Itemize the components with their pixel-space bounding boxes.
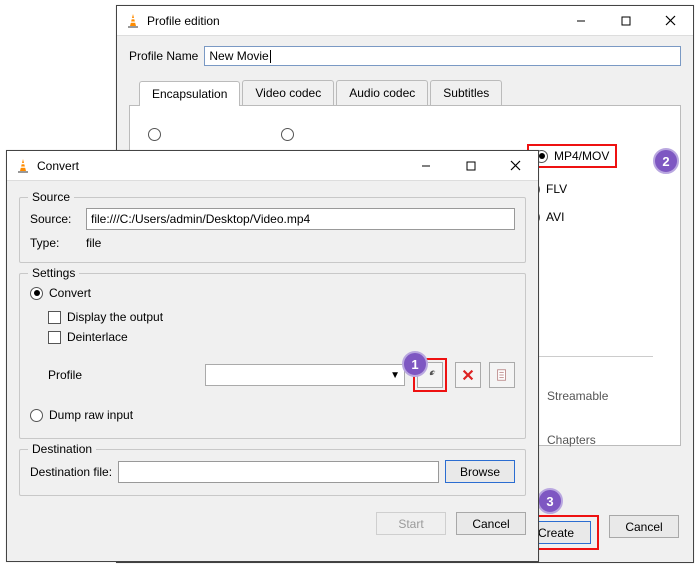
window-title: Profile edition: [147, 14, 558, 28]
checkbox-deinterlace[interactable]: [48, 331, 61, 344]
format-radio-hidden1[interactable]: [148, 128, 161, 141]
text-cursor: [270, 50, 271, 63]
format-radio-hidden2[interactable]: [281, 128, 294, 141]
type-value: file: [86, 236, 101, 250]
feature-streamable: Streamable: [547, 389, 608, 403]
settings-legend: Settings: [28, 266, 79, 280]
tab-encapsulation[interactable]: Encapsulation: [139, 81, 240, 106]
new-profile-button[interactable]: [489, 362, 515, 388]
titlebar-convert[interactable]: Convert: [7, 151, 538, 181]
label-mp4mov: MP4/MOV: [554, 149, 609, 163]
maximize-button[interactable]: [448, 151, 493, 180]
titlebar[interactable]: Profile edition: [117, 6, 693, 36]
label-convert: Convert: [49, 286, 91, 300]
chevron-down-icon: ▼: [390, 370, 400, 381]
label-deinterlace: Deinterlace: [67, 330, 128, 344]
close-button[interactable]: [648, 6, 693, 35]
source-input[interactable]: file:///C:/Users/admin/Desktop/Video.mp4: [86, 208, 515, 230]
destination-group: Destination Destination file: Browse: [19, 449, 526, 496]
checkbox-display-output[interactable]: [48, 311, 61, 324]
dest-label: Destination file:: [30, 465, 112, 479]
vlc-icon: [15, 158, 31, 174]
highlight-mp4: MP4/MOV: [527, 144, 617, 168]
vlc-icon: [125, 13, 141, 29]
minimize-button[interactable]: [403, 151, 448, 180]
label-dump: Dump raw input: [49, 408, 133, 422]
badge-3: 3: [537, 488, 563, 514]
source-value: file:///C:/Users/admin/Desktop/Video.mp4: [91, 212, 310, 226]
type-label: Type:: [30, 236, 80, 250]
minimize-button[interactable]: [558, 6, 603, 35]
start-button: Start: [376, 512, 446, 535]
label-display-output: Display the output: [67, 310, 163, 324]
close-button[interactable]: [493, 151, 538, 180]
browse-button[interactable]: Browse: [445, 460, 515, 483]
profile-name-value: New Movie: [209, 49, 268, 63]
convert-window: Convert Source Source: file:///C:/Users/…: [6, 150, 539, 562]
window-title-convert: Convert: [37, 159, 403, 173]
label-avi: AVI: [546, 210, 564, 224]
profile-name-input[interactable]: New Movie: [204, 46, 681, 66]
badge-1: 1: [402, 351, 428, 377]
radio-convert[interactable]: [30, 287, 43, 300]
x-icon: [461, 368, 475, 382]
maximize-button[interactable]: [603, 6, 648, 35]
delete-profile-button[interactable]: [455, 362, 481, 388]
badge-2: 2: [653, 148, 679, 174]
tabs: Encapsulation Video codec Audio codec Su…: [129, 80, 681, 106]
tab-audio-codec[interactable]: Audio codec: [336, 80, 428, 105]
new-file-icon: [495, 368, 509, 382]
tab-video-codec[interactable]: Video codec: [242, 80, 334, 105]
cancel-button-convert[interactable]: Cancel: [456, 512, 526, 535]
profile-dropdown[interactable]: ▼: [205, 364, 405, 386]
source-group: Source Source: file:///C:/Users/admin/De…: [19, 197, 526, 263]
format-column: MP4/MOV FLV AVI: [527, 144, 647, 238]
dest-input[interactable]: [118, 461, 439, 483]
label-flv: FLV: [546, 182, 567, 196]
profile-name-label: Profile Name: [129, 49, 198, 63]
settings-group: Settings Convert Display the output Dein…: [19, 273, 526, 439]
radio-dump[interactable]: [30, 409, 43, 422]
cancel-button-profile[interactable]: Cancel: [609, 515, 679, 538]
tab-subtitles[interactable]: Subtitles: [430, 80, 502, 105]
dest-legend: Destination: [28, 442, 96, 456]
profile-label: Profile: [48, 368, 98, 382]
source-legend: Source: [28, 190, 74, 204]
source-label: Source:: [30, 212, 80, 226]
feature-chapters: Chapters: [547, 433, 596, 447]
